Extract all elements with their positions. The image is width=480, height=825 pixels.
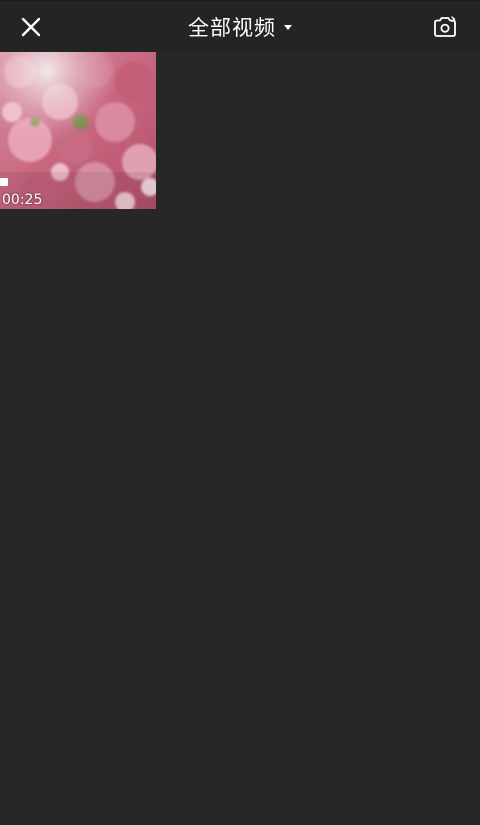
video-thumbnail: [0, 52, 156, 209]
camera-switch-icon: [434, 16, 456, 37]
video-duration: 00:25: [2, 192, 43, 208]
video-indicator-icon: [0, 178, 8, 186]
page-title: 全部视频: [188, 16, 276, 40]
top-bar: 全部视频: [0, 0, 480, 52]
caret-down-icon: [284, 24, 292, 30]
close-icon: [21, 17, 41, 37]
title-container: 全部视频: [0, 1, 480, 53]
camera-button[interactable]: [430, 13, 460, 41]
close-button[interactable]: [14, 10, 48, 44]
video-tile[interactable]: 00:25: [0, 52, 156, 209]
album-selector-button[interactable]: 全部视频: [188, 12, 292, 42]
